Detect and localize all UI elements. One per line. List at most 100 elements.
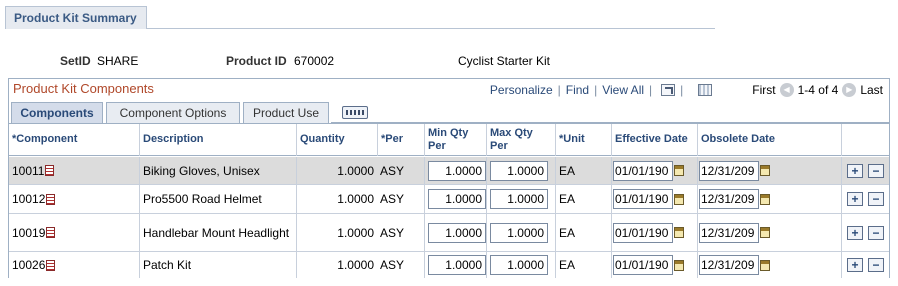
- cell-max-qty: 1.0000: [486, 157, 555, 184]
- right-arrow-icon[interactable]: ▶: [842, 83, 857, 97]
- add-row-button[interactable]: +: [847, 258, 863, 272]
- col-quantity[interactable]: Quantity: [296, 124, 377, 156]
- grid-navigation: Personalize | Find | View All | | First …: [490, 82, 883, 98]
- max-qty-input[interactable]: 1.0000: [490, 255, 548, 275]
- col-component[interactable]: *Component: [9, 124, 139, 156]
- table-row[interactable]: 10019 Handlebar Mount Headlight 1.0000 A…: [9, 214, 889, 252]
- effective-date-input[interactable]: 01/01/190: [613, 189, 673, 209]
- component-detail-icon[interactable]: [46, 193, 56, 205]
- max-qty-input[interactable]: 1.0000: [490, 189, 548, 209]
- calendar-icon[interactable]: [674, 227, 684, 238]
- max-qty-input[interactable]: 1.0000: [490, 222, 548, 243]
- col-unit[interactable]: *Unit: [555, 124, 611, 156]
- max-qty-input[interactable]: 1.0000: [490, 160, 548, 181]
- obsolete-date-input[interactable]: 12/31/209: [699, 222, 759, 243]
- add-row-button[interactable]: +: [847, 163, 863, 178]
- add-row-button[interactable]: +: [847, 225, 863, 240]
- page-tab-product-kit-summary[interactable]: Product Kit Summary: [5, 6, 147, 29]
- col-description[interactable]: Description: [139, 124, 296, 156]
- col-min-qty-per[interactable]: Min Qty Per: [424, 124, 486, 156]
- tab-product-use[interactable]: Product Use: [243, 102, 329, 123]
- cell-per: ASY: [377, 185, 424, 213]
- show-all-columns-icon[interactable]: [342, 106, 368, 119]
- add-row-button[interactable]: +: [847, 192, 863, 206]
- download-icon[interactable]: [698, 84, 713, 96]
- cell-max-qty: 1.0000: [486, 252, 555, 278]
- col-actions: [841, 124, 889, 156]
- cell-quantity: 1.0000: [296, 214, 377, 251]
- cell-min-qty: 1.0000: [424, 157, 486, 184]
- min-qty-input[interactable]: 1.0000: [428, 222, 486, 243]
- product-id-label: Product ID: [226, 54, 287, 68]
- calendar-icon[interactable]: [674, 165, 684, 176]
- cell-description: Biking Gloves, Unisex: [139, 157, 296, 184]
- calendar-icon[interactable]: [760, 193, 770, 205]
- separator: |: [594, 83, 598, 97]
- find-link[interactable]: Find: [566, 83, 589, 97]
- view-all-link[interactable]: View All: [602, 83, 644, 97]
- table-row[interactable]: 10026 Patch Kit 1.0000 ASY 1.0000 1.0000…: [9, 252, 889, 278]
- effective-date-input[interactable]: 01/01/190: [613, 255, 673, 275]
- col-effective-date[interactable]: Effective Date: [611, 124, 697, 156]
- col-obsolete-date[interactable]: Obsolete Date: [697, 124, 841, 156]
- grid-tabs: Components Component Options Product Use: [9, 100, 889, 123]
- grid-title: Product Kit Components: [13, 81, 154, 96]
- cell-effective-date: 01/01/190: [611, 157, 697, 184]
- component-detail-icon[interactable]: [46, 259, 56, 271]
- zoom-icon[interactable]: [661, 84, 676, 96]
- col-per[interactable]: *Per: [377, 124, 424, 156]
- component-detail-icon[interactable]: [46, 227, 56, 238]
- component-id: 10026: [12, 258, 46, 272]
- effective-date-input[interactable]: 01/01/190: [613, 222, 673, 243]
- left-arrow-icon[interactable]: ◀: [779, 83, 794, 97]
- cell-quantity: 1.0000: [296, 185, 377, 213]
- calendar-icon[interactable]: [760, 259, 770, 271]
- cell-actions: + −: [841, 214, 889, 251]
- cell-unit: EA: [555, 185, 611, 213]
- cell-obsolete-date: 12/31/209: [697, 252, 841, 278]
- cell-max-qty: 1.0000: [486, 185, 555, 213]
- row-range: 1-4 of 4: [797, 83, 839, 97]
- cell-effective-date: 01/01/190: [611, 214, 697, 251]
- obsolete-date-input[interactable]: 12/31/209: [699, 255, 759, 275]
- per-value: ASY: [380, 163, 405, 178]
- calendar-icon[interactable]: [760, 227, 770, 238]
- separator: |: [557, 83, 561, 97]
- obsolete-date-input[interactable]: 12/31/209: [699, 189, 759, 209]
- delete-row-button[interactable]: −: [868, 258, 884, 272]
- col-max-qty-line1: Max Qty: [490, 127, 533, 139]
- delete-row-button[interactable]: −: [868, 163, 884, 178]
- last-label: Last: [860, 83, 883, 97]
- calendar-icon[interactable]: [674, 193, 684, 205]
- col-max-qty-per[interactable]: Max Qty Per: [486, 124, 555, 156]
- setid-value: SHARE: [97, 54, 139, 68]
- calendar-icon[interactable]: [674, 259, 684, 271]
- min-qty-input[interactable]: 1.0000: [428, 160, 486, 181]
- per-value: ASY: [380, 225, 405, 240]
- per-value: ASY: [380, 258, 405, 272]
- table-row[interactable]: 10012 Pro5500 Road Helmet 1.0000 ASY 1.0…: [9, 185, 889, 214]
- product-kit-components-grid: Product Kit Components Personalize | Fin…: [8, 78, 890, 278]
- component-detail-icon[interactable]: [45, 165, 55, 176]
- obsolete-date-input[interactable]: 12/31/209: [699, 160, 759, 181]
- unit-value: EA: [559, 225, 576, 240]
- effective-date-input[interactable]: 01/01/190: [613, 160, 673, 181]
- cell-effective-date: 01/01/190: [611, 252, 697, 278]
- cell-quantity: 1.0000: [296, 252, 377, 278]
- tab-components[interactable]: Components: [11, 102, 103, 123]
- table-row[interactable]: 10011 Biking Gloves, Unisex 1.0000 ASY 1…: [9, 157, 889, 185]
- component-id: 10019: [12, 225, 46, 240]
- min-qty-input[interactable]: 1.0000: [428, 255, 486, 275]
- cell-actions: + −: [841, 252, 889, 278]
- quantity-value: 1.0000: [337, 192, 374, 206]
- tab-component-options[interactable]: Component Options: [106, 102, 240, 123]
- cell-description: Handlebar Mount Headlight: [139, 214, 296, 251]
- calendar-icon[interactable]: [760, 165, 770, 176]
- cell-component: 10011: [9, 157, 139, 184]
- cell-min-qty: 1.0000: [424, 214, 486, 251]
- delete-row-button[interactable]: −: [868, 192, 884, 206]
- personalize-link[interactable]: Personalize: [490, 83, 553, 97]
- delete-row-button[interactable]: −: [868, 225, 884, 240]
- min-qty-input[interactable]: 1.0000: [428, 189, 486, 209]
- column-headers: *Component Description Quantity *Per Min…: [9, 123, 889, 156]
